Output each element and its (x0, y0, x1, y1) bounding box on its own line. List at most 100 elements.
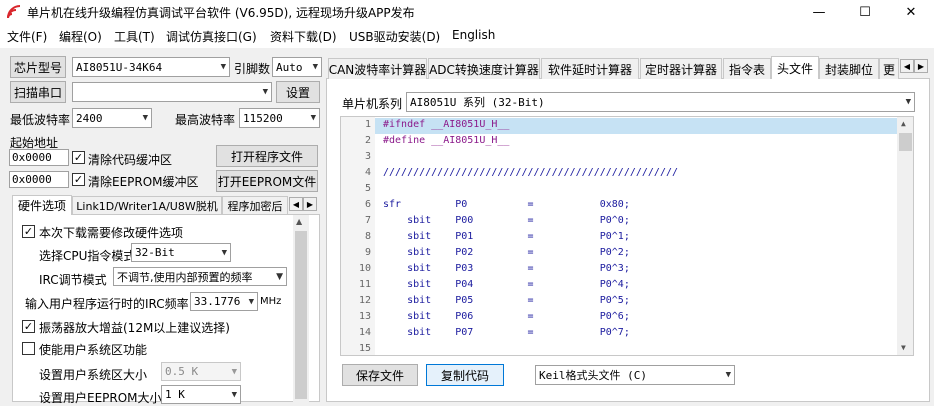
editor-scrollbar[interactable]: ▲ ▼ (897, 117, 913, 355)
user-system-size-select[interactable]: 0.5 K ▼ (161, 362, 241, 381)
chevron-down-icon: ▼ (231, 366, 237, 377)
menu-debug-interface[interactable]: 调试仿真接口(G) (166, 28, 257, 45)
mcu-series-select[interactable]: AI8051U 系列 (32-Bit) ▼ (406, 92, 915, 112)
header-code-editor[interactable]: 1 #ifndef __AI8051U_H__ 2 #define __AI8051U… (340, 116, 914, 356)
code-line: sbit P07 = P0^7; (383, 327, 630, 338)
chip-model-value: AI8051U-34K64 (76, 60, 163, 74)
tab-hardware-options[interactable]: 硬件选项 (12, 195, 72, 215)
line-number: 5 (364, 183, 371, 194)
tab-instruction-table[interactable]: 指令表 (723, 58, 771, 79)
save-file-button[interactable]: 保存文件 (342, 364, 418, 386)
chevron-down-icon: ▼ (310, 113, 316, 123)
menu-download[interactable]: 资料下载(D) (270, 28, 337, 45)
chevron-down-icon: ▼ (142, 113, 148, 123)
clear-code-checkbox[interactable]: ✓ (72, 151, 85, 164)
tab-timer-calc[interactable]: 定时器计算器 (640, 58, 722, 79)
copy-code-button[interactable]: 复制代码 (426, 364, 504, 386)
irc-mode-value: 不调节,使用内部预置的频率 (117, 270, 253, 284)
irc-mode-select[interactable]: 不调节,使用内部预置的频率 ▼ (113, 267, 287, 286)
tab-scroll-left-icon[interactable]: ◀ (900, 59, 914, 73)
line-number: 14 (358, 327, 371, 338)
clear-code-label: 清除代码缓冲区 (88, 153, 173, 167)
tab-encrypted-program[interactable]: 程序加密后 (222, 196, 288, 215)
open-eeprom-file-button[interactable]: 打开EEPROM文件 (216, 170, 318, 192)
line-number: 6 (364, 199, 371, 210)
chevron-down-icon: ▼ (262, 87, 268, 97)
tab-scroll-right-icon[interactable]: ▶ (303, 197, 317, 211)
header-format-value: Keil格式头文件 (C) (539, 369, 647, 382)
irc-freq-select[interactable]: 33.1776 ▼ (190, 292, 258, 311)
pin-count-select[interactable]: Auto ▼ (272, 57, 322, 77)
pin-count-label: 引脚数 (234, 62, 271, 76)
title-bar: 单片机在线升级编程仿真调试平台软件 (V6.95D), 远程现场升级APP发布 … (0, 0, 934, 24)
window-title: 单片机在线升级编程仿真调试平台软件 (V6.95D), 远程现场升级APP发布 (27, 6, 415, 20)
app-logo-icon (7, 5, 21, 19)
scrollbar-thumb[interactable] (295, 231, 307, 399)
line-number: 13 (358, 311, 371, 322)
scroll-up-icon[interactable]: ▲ (296, 217, 302, 226)
scrollbar-thumb[interactable] (899, 133, 912, 151)
checkmark-icon: ✓ (73, 151, 84, 164)
clear-eeprom-label: 清除EEPROM缓冲区 (88, 175, 199, 189)
tab-scroll-right-icon[interactable]: ▶ (914, 59, 928, 73)
chevron-down-icon: ▼ (220, 62, 226, 72)
close-button[interactable]: ✕ (888, 0, 934, 24)
line-number: 2 (364, 135, 371, 146)
menu-program[interactable]: 编程(O) (59, 28, 102, 45)
cpu-mode-select[interactable]: 32-Bit ▼ (131, 243, 231, 262)
tab-package-pins[interactable]: 封装脚位 (819, 58, 879, 79)
scroll-up-icon[interactable]: ▲ (901, 119, 906, 128)
minimize-button[interactable]: — (796, 0, 842, 24)
line-number: 8 (364, 231, 371, 242)
tab-delay-calc[interactable]: 软件延时计算器 (541, 58, 639, 79)
menu-file[interactable]: 文件(F) (7, 28, 47, 45)
tab-header-file[interactable]: 头文件 (771, 56, 819, 79)
mcu-series-label: 单片机系列 (342, 97, 403, 111)
scroll-down-icon[interactable]: ▼ (901, 343, 906, 352)
chevron-down-icon: ▼ (905, 97, 911, 107)
cpu-mode-label: 选择CPU指令模式 (39, 249, 136, 263)
irc-freq-unit: MHz (260, 296, 282, 307)
osc-gain-checkbox[interactable]: ✓ (22, 320, 35, 333)
menu-tools[interactable]: 工具(T) (114, 28, 155, 45)
menu-usb-driver[interactable]: USB驱动安装(D) (349, 28, 440, 45)
line-number: 15 (358, 343, 371, 354)
modify-hw-checkbox[interactable]: ✓ (22, 225, 35, 238)
min-baud-select[interactable]: 2400 ▼ (72, 108, 152, 128)
cpu-mode-value: 32-Bit (135, 246, 175, 259)
tab-can-baud-calc[interactable]: CAN波特率计算器 (328, 58, 427, 79)
settings-button[interactable]: 设置 (276, 81, 320, 103)
scan-port-button[interactable]: 扫描串口 (10, 81, 66, 103)
chevron-down-icon: ▼ (276, 271, 283, 282)
menu-english[interactable]: English (452, 28, 495, 42)
hardware-options-panel: ✓ 本次下载需要修改硬件选项 选择CPU指令模式 32-Bit ▼ IRC调节模… (12, 214, 320, 405)
chip-model-select[interactable]: AI8051U-34K64 ▼ (72, 57, 230, 77)
options-scrollbar[interactable]: ▲ (293, 215, 309, 403)
serial-port-select[interactable]: ▼ (72, 82, 272, 102)
code-line: ////////////////////////////////////////… (383, 167, 679, 178)
eeprom-address-input[interactable]: 0x0000 (9, 171, 69, 188)
max-baud-label: 最高波特率 (175, 113, 236, 127)
line-number: 7 (364, 215, 371, 226)
tab-adc-speed-calc[interactable]: ADC转换速度计算器 (428, 58, 540, 79)
user-system-area-checkbox[interactable] (22, 342, 35, 355)
header-format-select[interactable]: Keil格式头文件 (C) ▼ (535, 365, 735, 385)
max-baud-select[interactable]: 115200 ▼ (239, 108, 320, 128)
code-address-input[interactable]: 0x0000 (9, 149, 69, 166)
chip-type-button[interactable]: 芯片型号 (10, 56, 66, 78)
code-line: sbit P02 = P0^2; (383, 247, 630, 258)
irc-freq-value: 33.1776 (194, 295, 241, 308)
user-eeprom-size-select[interactable]: 1 K ▼ (161, 385, 241, 404)
maximize-button[interactable]: ☐ (842, 0, 888, 24)
line-number: 9 (364, 247, 371, 258)
tab-more[interactable]: 更 (879, 58, 899, 79)
user-eeprom-size-value: 1 K (165, 388, 185, 401)
chevron-down-icon: ▼ (248, 296, 254, 307)
tab-link1d-offline[interactable]: Link1D/Writer1A/U8W脱机 (72, 196, 222, 215)
open-program-file-button[interactable]: 打开程序文件 (216, 145, 318, 167)
tab-scroll-left-icon[interactable]: ◀ (289, 197, 303, 211)
checkmark-icon: ✓ (23, 225, 34, 238)
code-line: #define __AI8051U_H__ (383, 135, 510, 146)
clear-eeprom-checkbox[interactable]: ✓ (72, 173, 85, 186)
modify-hw-label: 本次下载需要修改硬件选项 (39, 226, 184, 240)
